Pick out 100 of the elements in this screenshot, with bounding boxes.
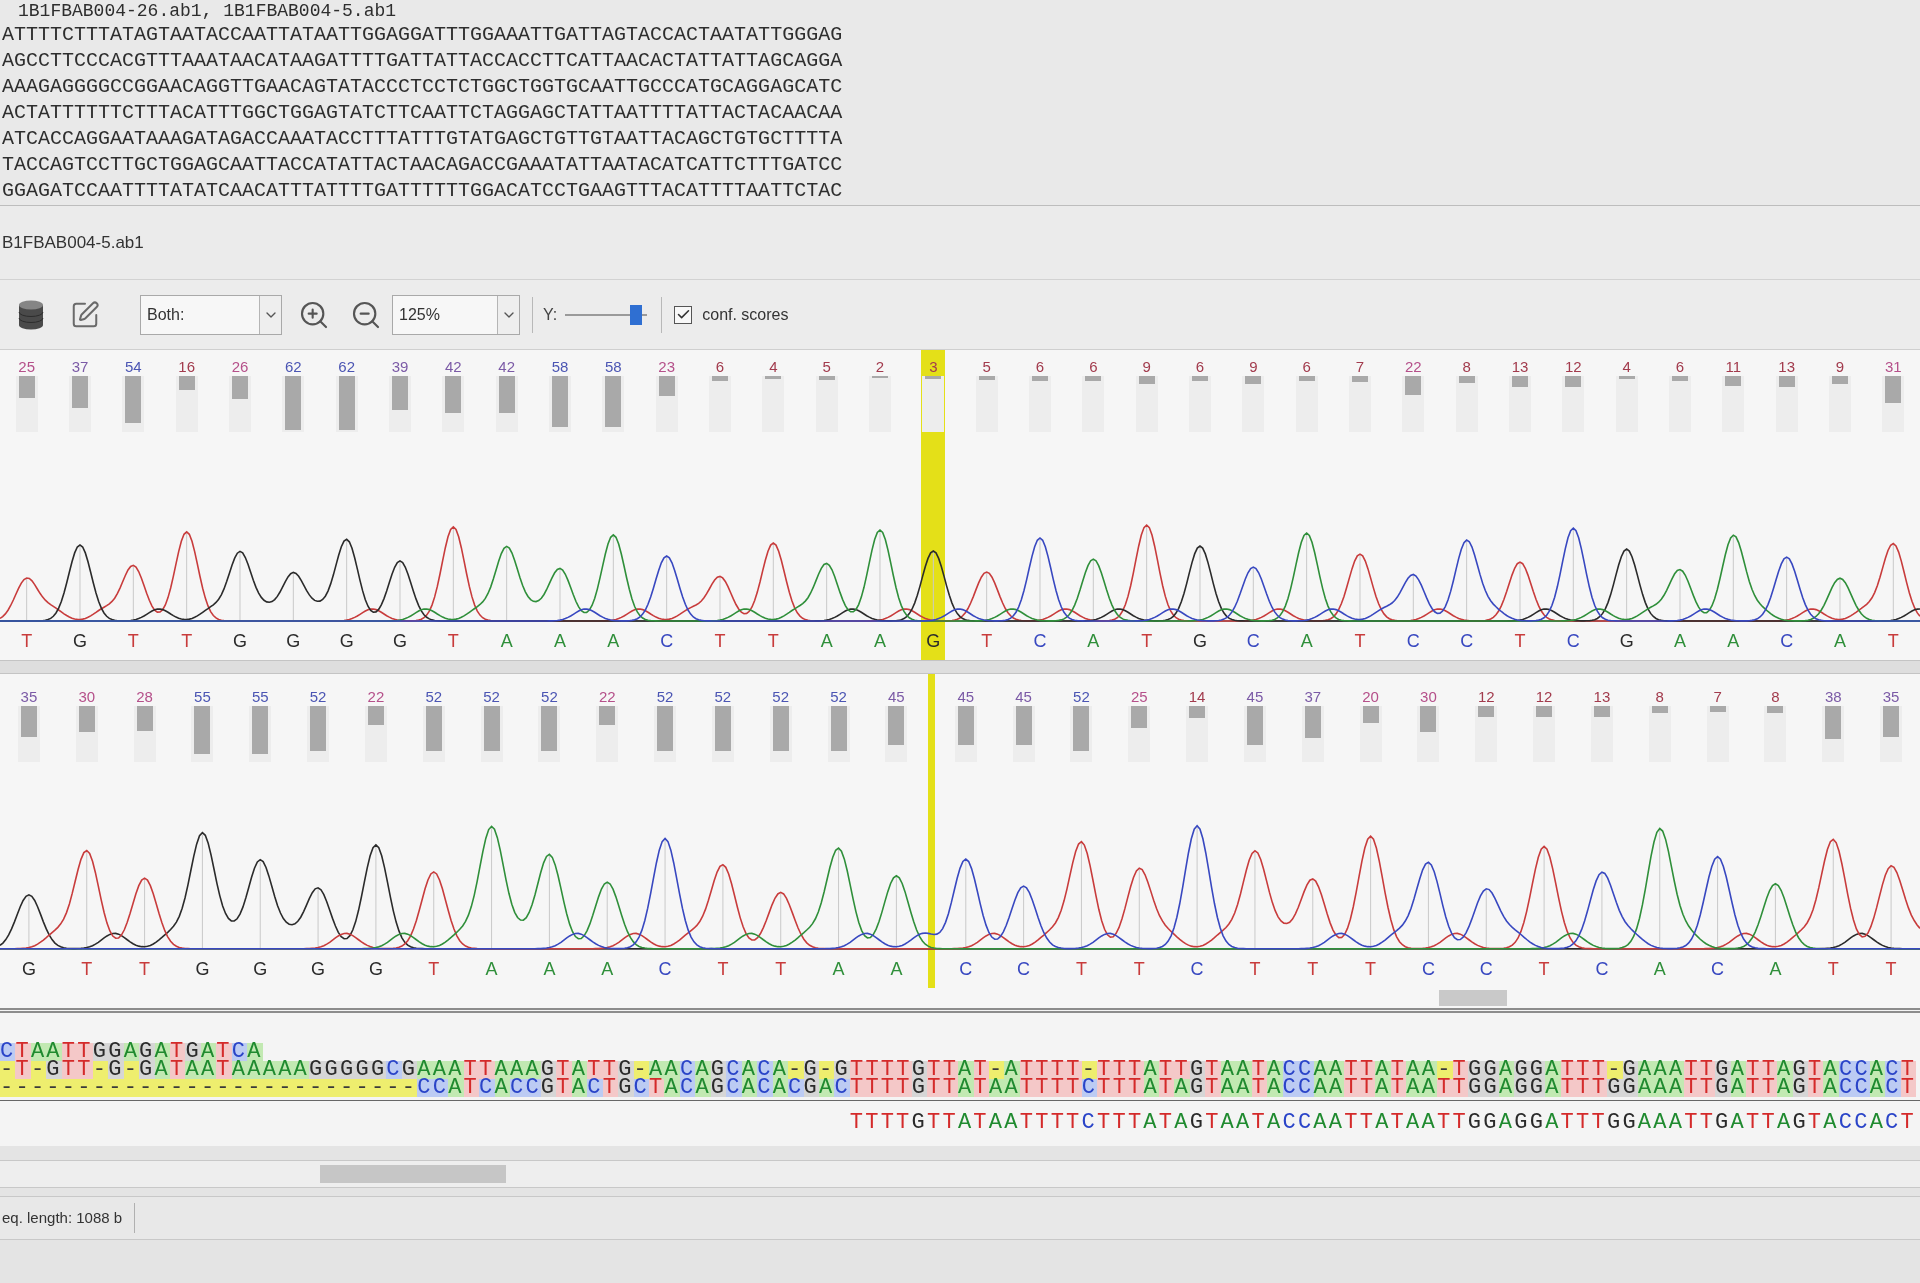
confidence-score: 55 (251, 688, 269, 706)
confidence-score: 52 (483, 688, 500, 706)
confidence-score: 6 (1195, 358, 1205, 376)
base-call: T (81, 958, 93, 980)
base-call: C (1566, 630, 1580, 652)
sequence-line: ATCACCAGGAATAAAGATAGACCAAATACCTTTATTTGTATGAGCTGTTGTAATTACAGCTGTGCTTTTA (2, 126, 843, 152)
confidence-score: 31 (1884, 358, 1902, 376)
confidence-score: 9 (1249, 358, 1258, 376)
base-call: A (601, 958, 614, 980)
scrollbar-thumb[interactable] (320, 1165, 506, 1183)
base-call: C (1406, 630, 1420, 652)
sequence-line: ACTATTTTTTCTTTACATTTGGCTGGAGTATCTTCAATTCTAGGAGCTATTAATTTTATTACTACAACAA (2, 100, 843, 126)
sequence-line: AAAGAGGGGCCGGAACAGGTTGAACAGTATACCCTCCTCTGGCTGGTGCAATTGCCCATGCAGGAGCATC (2, 74, 843, 100)
cylinder-icon[interactable] (18, 299, 44, 330)
base-call: G (393, 630, 407, 652)
confidence-score: 6 (715, 358, 725, 376)
base-call: T (1133, 958, 1145, 980)
checkbox[interactable] (674, 305, 693, 324)
base-call: C (658, 958, 672, 980)
base-call: G (1619, 630, 1634, 652)
base-call: A (1300, 630, 1313, 652)
base-call: C (1033, 630, 1047, 652)
checkbox-label[interactable]: conf. scores (702, 302, 789, 327)
confidence-score: 8 (1655, 688, 1664, 706)
confidence-score: 42 (498, 358, 515, 376)
pencil-icon[interactable] (70, 299, 100, 330)
base-call: T (1141, 630, 1153, 652)
base-call: G (1193, 630, 1207, 652)
confidence-score: 13 (1593, 688, 1611, 706)
confidence-score: 5 (982, 358, 991, 376)
confidence-score: 45 (1015, 688, 1032, 706)
base-call: C (1595, 958, 1609, 980)
base-call: T (1075, 958, 1087, 980)
confidence-score: 8 (1771, 688, 1780, 706)
sequence-row-text: CTAATTGGAGATGATCA (0, 1043, 263, 1061)
base-call: C (660, 630, 674, 652)
base-call: A (607, 630, 620, 652)
base-call: C (1479, 958, 1493, 980)
y-scale-label: Y: (543, 304, 558, 325)
confidence-score: 45 (1246, 688, 1264, 706)
confidence-score: 25 (1130, 688, 1148, 706)
confidence-score: 9 (1142, 358, 1151, 376)
base-call: G (368, 958, 383, 980)
base-call: T (1885, 958, 1897, 980)
confidence-score: 52 (425, 688, 443, 706)
confidence-score: 13 (1511, 358, 1529, 376)
confidence-score: 9 (1835, 358, 1845, 376)
base-call: C (1190, 958, 1204, 980)
confidence-score: 58 (604, 358, 622, 376)
confidence-score: 11 (1725, 358, 1742, 376)
scrollbar-thumb[interactable] (1439, 990, 1507, 1006)
base-call: T (775, 958, 787, 980)
status-text: eq. length: 1088 b (0, 1203, 136, 1233)
confidence-score: 12 (1535, 688, 1553, 706)
confidence-score: 6 (1302, 358, 1311, 376)
confidence-score: 22 (367, 688, 385, 706)
sequence-row-text: TTTTGTTATAATTTTCTTTATAGTAATACCAATTATAATTGGAGGATTTGGAAATTGATTAGTACCACT (848, 1114, 1916, 1132)
confidence-score: 6 (1035, 358, 1045, 376)
confidence-score: 54 (124, 358, 142, 376)
base-call: T (1354, 630, 1366, 652)
confidence-score: 12 (1477, 688, 1495, 706)
confidence-score: 25 (18, 358, 35, 376)
base-call: C (959, 958, 973, 980)
base-call: A (820, 630, 833, 652)
base-call: A (485, 958, 498, 980)
zoom-select[interactable]: 125% (392, 294, 520, 335)
confidence-score: 52 (656, 688, 674, 706)
panel-title: B1FBAB004-5.ab1 (2, 231, 144, 254)
confidence-score: 7 (1355, 358, 1365, 376)
scrollbar[interactable] (0, 1160, 1920, 1188)
confidence-score: 30 (1420, 688, 1437, 706)
confidence-score: 6 (1089, 358, 1098, 376)
base-call: T (21, 630, 33, 652)
base-call: C (1017, 958, 1031, 980)
base-call: T (1538, 958, 1550, 980)
sequence-row: -T-GTT-G-GATAATAAAAAGGGGGCGAAATTAAAGTATTG-AACAGCACA-G-GTTTTGTTAT-ATTTT-TTTATTGTAATACCAATTATAA-TGGAGGATTT-GAAATTGATTAGTACCACT (0, 1061, 1916, 1079)
confidence-score: 35 (1882, 688, 1900, 706)
confidence-score: 6 (1675, 358, 1685, 376)
confidence-score: 23 (658, 358, 675, 376)
confidence-score: 35 (20, 688, 38, 706)
confidence-score: 13 (1778, 358, 1795, 376)
sequence-line: ATTTTCTTTATAGTAATACCAATTATAATTGGAGGATTTGGAAATTGATTAGTACCACTAATATTGGGAG (2, 22, 843, 48)
confidence-score: 62 (338, 358, 355, 376)
view-select[interactable]: Both: (140, 294, 282, 335)
confidence-score: 58 (551, 358, 569, 376)
base-call: T (767, 630, 779, 652)
confidence-score: 3 (929, 358, 938, 376)
base-call: T (981, 630, 993, 652)
base-call: A (832, 958, 845, 980)
base-call: T (1827, 958, 1839, 980)
base-call: A (1674, 630, 1686, 652)
slider-thumb[interactable] (629, 304, 642, 325)
confidence-score: 52 (541, 688, 558, 706)
confidence-score: 37 (71, 358, 89, 376)
sequence-row: ---------------------------CCATCACCGTACTGCTACAGCACACGACTTTTGTTATAATTTTCTTTATAGTAATACCAATTATAATTGGAGGATTTGGAAATTGATTAGTACCACT (0, 1079, 1916, 1097)
base-call: A (1834, 630, 1846, 652)
confidence-score: 52 (830, 688, 847, 706)
confidence-score: 16 (178, 358, 195, 376)
confidence-score: 26 (231, 358, 249, 376)
base-call: T (1365, 958, 1377, 980)
